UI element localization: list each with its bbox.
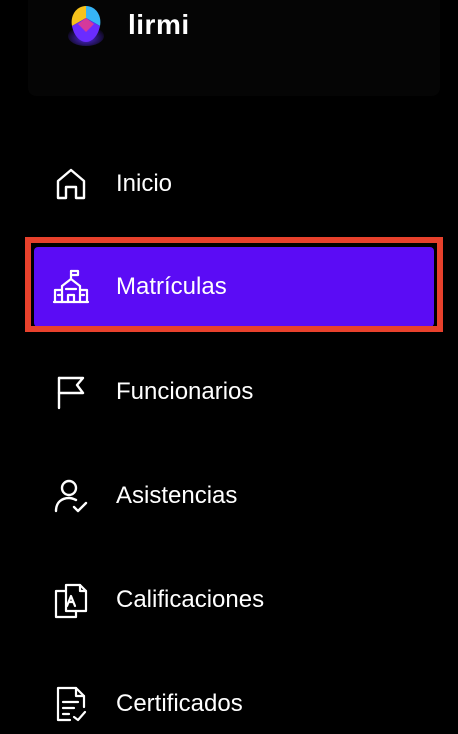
sidebar-item-label: Funcionarios bbox=[116, 378, 254, 405]
sidebar-item-certificados[interactable]: Certificados bbox=[34, 664, 434, 734]
sidebar: lirmi Inicio Matrículas Funcionarios Asi… bbox=[0, 0, 458, 734]
app-logo[interactable]: lirmi bbox=[66, 2, 190, 48]
sidebar-item-inicio[interactable]: Inicio bbox=[34, 144, 434, 224]
lirmi-logo-icon bbox=[68, 6, 104, 46]
sidebar-item-funcionarios[interactable]: Funcionarios bbox=[34, 352, 434, 432]
sidebar-item-calificaciones[interactable]: Calificaciones bbox=[34, 560, 434, 640]
grade-documents-icon bbox=[52, 581, 90, 619]
app-name: lirmi bbox=[128, 9, 190, 40]
sidebar-item-label: Matrículas bbox=[116, 273, 227, 300]
sidebar-item-label: Calificaciones bbox=[116, 586, 265, 613]
document-check-icon bbox=[52, 685, 90, 723]
sidebar-item-matriculas[interactable]: Matrículas bbox=[34, 247, 434, 327]
sidebar-item-label: Asistencias bbox=[116, 482, 238, 509]
home-icon bbox=[52, 165, 90, 203]
sidebar-item-label: Certificados bbox=[116, 690, 243, 717]
user-check-icon bbox=[52, 477, 90, 515]
sidebar-item-label: Inicio bbox=[116, 170, 173, 197]
flag-icon bbox=[52, 373, 90, 411]
sidebar-item-asistencias[interactable]: Asistencias bbox=[34, 456, 434, 536]
school-building-icon bbox=[52, 268, 90, 306]
